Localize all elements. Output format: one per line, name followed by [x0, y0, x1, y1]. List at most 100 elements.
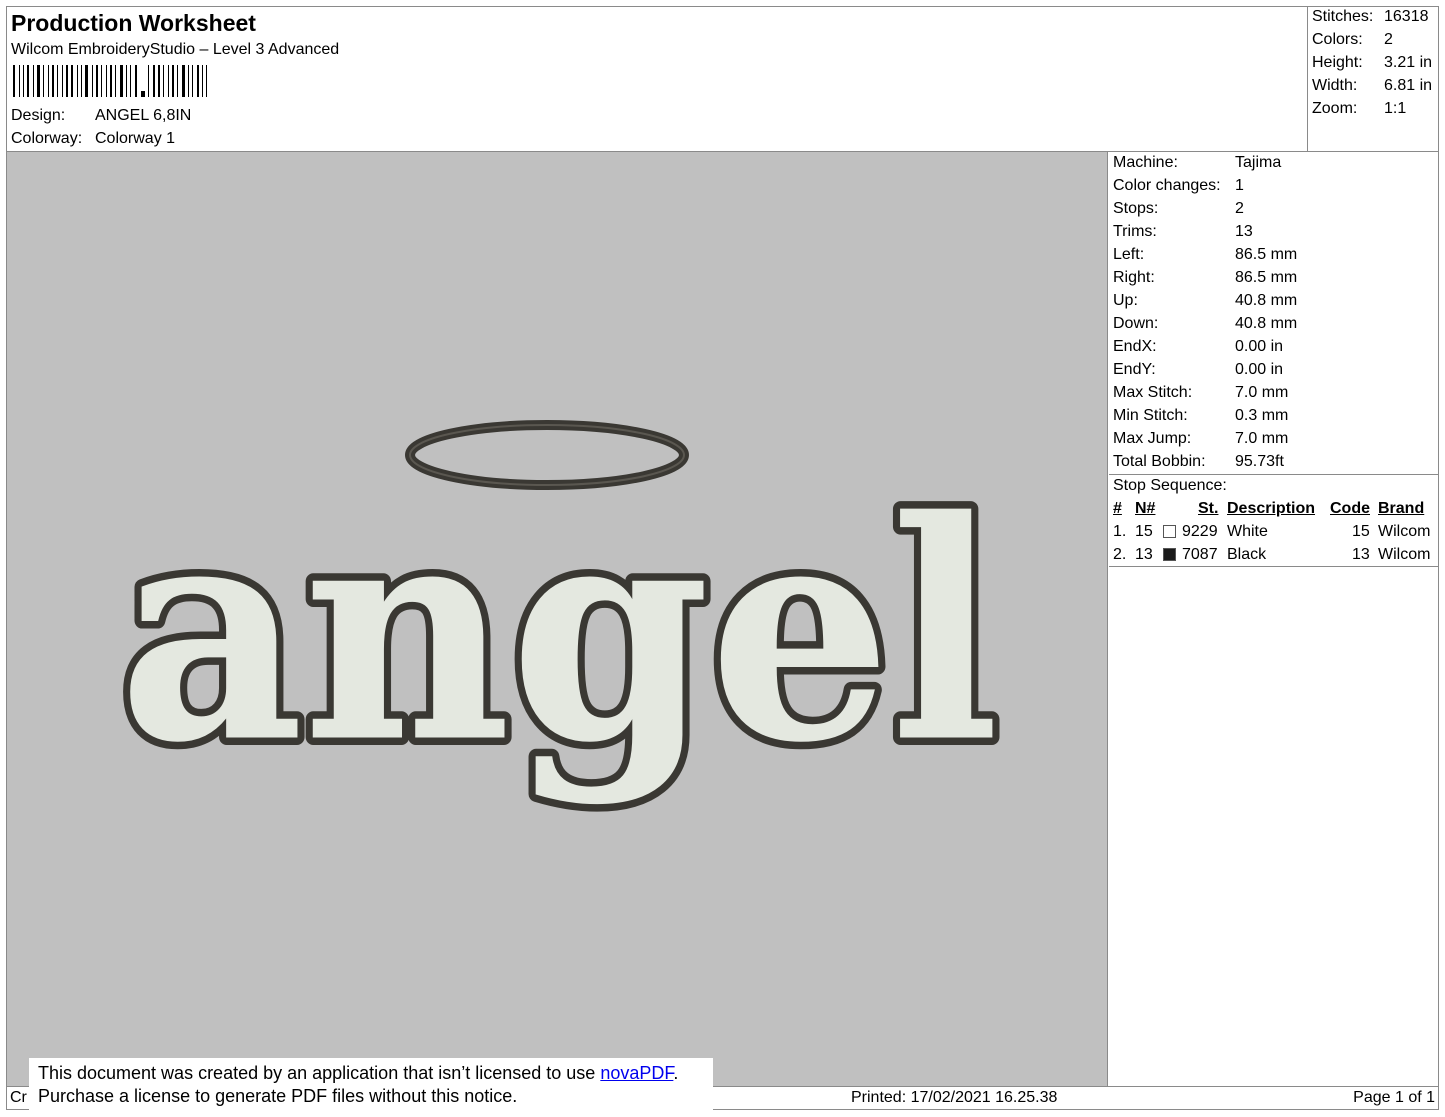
barcode-bar [172, 65, 174, 97]
notice-prefix: This document was created by an applicat… [38, 1063, 601, 1083]
info-row: EndY: 0.00 in [1113, 361, 1283, 379]
info-row: EndX: 0.00 in [1113, 338, 1283, 356]
colorway-value: Colorway 1 [95, 130, 176, 147]
info-row: Trims: 13 [1113, 223, 1253, 241]
info-value: 86.5 mm [1235, 246, 1298, 263]
barcode-bar [110, 65, 112, 97]
barcode-bar [37, 65, 40, 97]
stat-row: Stitches: 16318 [1312, 8, 1429, 26]
color-swatch-white [1163, 525, 1176, 538]
design-stats: Stitches: 16318 Colors: 2 Height: 3.21 in W… [1307, 6, 1439, 152]
stat-value: 6.81 in [1384, 77, 1433, 94]
info-label: Stops: [1113, 200, 1159, 217]
info-row: Max Stitch: 7.0 mm [1113, 384, 1288, 402]
info-row: Max Jump: 7.0 mm [1113, 430, 1288, 448]
stat-label: Colors: [1312, 31, 1363, 48]
stat-value: 3.21 in [1384, 54, 1433, 71]
barcode-bar [33, 65, 34, 97]
info-row: Stops: 2 [1113, 200, 1244, 218]
barcode-bar [182, 65, 185, 97]
page-number: Page 1 of 1 [1353, 1089, 1435, 1106]
col-st-header: St. [1198, 500, 1219, 517]
notice-suffix: . [673, 1063, 679, 1083]
info-value: 86.5 mm [1235, 269, 1298, 286]
stat-row: Width: 6.81 in [1312, 77, 1432, 95]
info-row: Total Bobbin: 95.73ft [1113, 453, 1284, 471]
barcode-bar [23, 65, 24, 97]
worksheet-header: Production Worksheet Wilcom EmbroiderySt… [6, 6, 1307, 152]
row-needle: 15 [1135, 523, 1153, 540]
barcode-bar [192, 65, 193, 97]
info-label: Max Stitch: [1113, 384, 1193, 401]
stat-label: Zoom: [1312, 100, 1358, 117]
barcode-bar [158, 65, 160, 97]
barcode-bar [163, 65, 164, 97]
barcode-bar [43, 65, 44, 97]
barcode-bar [77, 65, 78, 97]
barcode-bar [126, 65, 127, 97]
row-brand: Wilcom [1378, 546, 1431, 563]
info-label: Max Jump: [1113, 430, 1192, 447]
barcode-bar [115, 65, 116, 97]
info-row: Right: 86.5 mm [1113, 269, 1297, 287]
notice-line-1: This document was created by an applicat… [38, 1062, 713, 1085]
stat-value: 2 [1384, 31, 1393, 48]
page-title: Production Worksheet [11, 10, 256, 36]
info-row: Down: 40.8 mm [1113, 315, 1297, 333]
row-stitches: 7087 [1182, 546, 1218, 563]
barcode-bar [188, 65, 189, 97]
stop-sequence-title: Stop Sequence: [1113, 477, 1227, 494]
barcode-bar [202, 65, 203, 97]
row-num: 1. [1113, 523, 1127, 540]
stop-sequence-row: 1. 15 9229 White 15 Wilcom [1113, 523, 1437, 543]
col-code-header: Code [1330, 500, 1370, 517]
barcode-bar [197, 65, 199, 97]
info-value: 0.00 in [1235, 361, 1284, 378]
stat-label: Height: [1312, 54, 1363, 71]
info-value: 7.0 mm [1235, 384, 1289, 401]
novapdf-link[interactable]: novaPDF [600, 1063, 673, 1083]
info-value: 2 [1235, 200, 1244, 217]
info-label: Up: [1113, 292, 1138, 309]
design-row: Design: ANGEL 6,8IN [11, 107, 191, 125]
info-value: 40.8 mm [1235, 315, 1298, 332]
design-preview: angel angel [7, 152, 1108, 1086]
stat-row: Colors: 2 [1312, 31, 1393, 49]
barcode-bar [19, 65, 20, 97]
footer-left-text: Cr [10, 1089, 27, 1106]
panel-divider [1109, 566, 1439, 567]
info-label: Right: [1113, 269, 1155, 286]
color-swatch-black [1163, 548, 1176, 561]
colorway-row: Colorway: Colorway 1 [11, 130, 175, 148]
info-label: Total Bobbin: [1113, 453, 1206, 470]
stat-label: Width: [1312, 77, 1358, 94]
barcode-bar [81, 65, 82, 97]
panel-divider [1109, 474, 1439, 475]
stat-row: Height: 3.21 in [1312, 54, 1432, 72]
stop-sequence-row: 2. 13 7087 Black 13 Wilcom [1113, 546, 1437, 566]
row-num: 2. [1113, 546, 1127, 563]
printed-timestamp: Printed: 17/02/2021 16.25.38 [851, 1089, 1058, 1106]
info-label: Left: [1113, 246, 1145, 263]
machine-info-panel: Machine: Tajima Color changes: 1 Stops: 2 T… [1109, 152, 1439, 1086]
barcode [13, 65, 207, 97]
barcode-bar [120, 65, 123, 97]
barcode-bar [57, 65, 58, 97]
stat-value: 16318 [1384, 8, 1429, 25]
barcode-bar [27, 65, 29, 97]
embroidery-preview: angel angel [111, 420, 1007, 816]
info-label: EndY: [1113, 361, 1156, 378]
barcode-bar [106, 65, 107, 97]
colorway-label: Colorway: [11, 130, 83, 147]
barcode-bar [85, 65, 88, 97]
info-value: 95.73ft [1235, 453, 1284, 470]
col-num-header: # [1113, 500, 1122, 517]
col-n-header: N# [1135, 500, 1156, 517]
info-value: 1 [1235, 177, 1244, 194]
barcode-bar [177, 65, 178, 97]
info-value: 7.0 mm [1235, 430, 1289, 447]
barcode-bar [62, 65, 63, 97]
barcode-bar [135, 65, 137, 97]
info-row: Color changes: 1 [1113, 177, 1244, 195]
barcode-comma [141, 91, 145, 97]
